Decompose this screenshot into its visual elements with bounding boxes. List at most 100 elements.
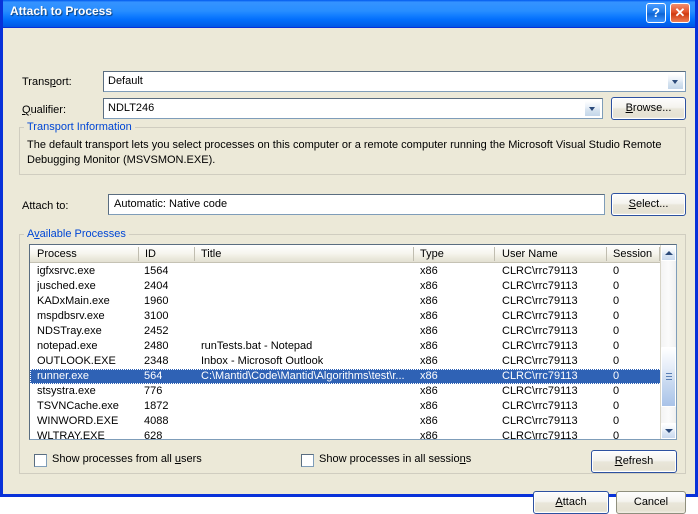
cell-id: 2480 <box>144 340 169 352</box>
attach-to-process-dialog: Attach to Process ? ✕ Transport: Default… <box>0 0 698 514</box>
cell-session: 0 <box>613 430 620 440</box>
table-row[interactable]: notepad.exe 2480 runTests.bat - Notepad x86… <box>30 339 676 354</box>
cell-user: CLRC\rrc79113 <box>502 295 578 307</box>
qualifier-combobox[interactable]: NDLT246 <box>103 98 603 119</box>
cell-process: WLTRAY.EXE <box>37 430 105 440</box>
attach-to-value: Automatic: Native code <box>114 198 228 210</box>
cell-session: 0 <box>613 385 620 397</box>
cell-type: x86 <box>420 340 438 352</box>
column-divider[interactable] <box>413 247 414 261</box>
transport-combobox[interactable]: Default <box>103 71 686 92</box>
table-row[interactable]: stsystra.exe 776 x86 CLRC\rrc79113 0 <box>30 384 676 399</box>
cell-user: CLRC\rrc79113 <box>502 430 578 440</box>
cell-id: 628 <box>144 430 163 440</box>
cell-user: CLRC\rrc79113 <box>502 265 578 277</box>
cell-user: CLRC\rrc79113 <box>502 340 578 352</box>
cell-process: notepad.exe <box>37 340 98 352</box>
available-processes-legend: Available Processes <box>24 228 129 240</box>
cell-id: 3100 <box>144 310 169 322</box>
table-row[interactable]: mspdbsrv.exe 3100 x86 CLRC\rrc79113 0 <box>30 309 676 324</box>
cell-id: 2348 <box>144 355 169 367</box>
scroll-up-icon[interactable] <box>661 245 676 261</box>
table-row[interactable]: WLTRAY.EXE 628 x86 CLRC\rrc79113 0 <box>30 429 676 440</box>
table-row[interactable]: igfxsrvc.exe 1564 x86 CLRC\rrc79113 0 <box>30 264 676 279</box>
chevron-down-icon[interactable] <box>667 73 684 90</box>
cell-session: 0 <box>613 325 620 337</box>
cell-process: KADxMain.exe <box>37 295 110 307</box>
browse-button[interactable]: Browse... <box>611 97 686 120</box>
chevron-down-icon[interactable] <box>584 100 601 117</box>
process-list-scrollbar[interactable] <box>660 245 676 439</box>
cell-user: CLRC\rrc79113 <box>502 385 578 397</box>
process-list[interactable]: Process ID Title Type User Name Session … <box>29 244 677 440</box>
scrollbar-thumb[interactable] <box>661 347 676 407</box>
column-divider[interactable] <box>606 247 607 261</box>
table-row[interactable]: TSVNCache.exe 1872 x86 CLRC\rrc79113 0 <box>30 399 676 414</box>
title-bar[interactable]: Attach to Process ? ✕ <box>3 0 695 28</box>
table-row[interactable]: WINWORD.EXE 4088 x86 CLRC\rrc79113 0 <box>30 414 676 429</box>
cell-type: x86 <box>420 295 438 307</box>
help-icon[interactable]: ? <box>646 3 666 23</box>
scrollbar-track[interactable] <box>661 261 676 423</box>
cell-id: 564 <box>144 370 163 382</box>
column-divider[interactable] <box>194 247 195 261</box>
qualifier-value: NDLT246 <box>108 102 155 114</box>
transport-value: Default <box>108 75 143 87</box>
table-row[interactable]: KADxMain.exe 1960 x86 CLRC\rrc79113 0 <box>30 294 676 309</box>
cell-session: 0 <box>613 295 620 307</box>
table-row[interactable]: OUTLOOK.EXE 2348 Inbox - Microsoft Outlook… <box>30 354 676 369</box>
select-button[interactable]: Select... <box>611 193 686 216</box>
cell-user: CLRC\rrc79113 <box>502 400 578 412</box>
column-header-session[interactable]: Session <box>613 248 652 260</box>
grip-icon <box>666 373 672 381</box>
column-divider[interactable] <box>138 247 139 261</box>
column-header-type[interactable]: Type <box>420 248 444 260</box>
cell-user: CLRC\rrc79113 <box>502 370 578 382</box>
column-header-title[interactable]: Title <box>201 248 221 260</box>
column-header-id[interactable]: ID <box>145 248 156 260</box>
cell-session: 0 <box>613 310 620 322</box>
refresh-button[interactable]: Refresh <box>591 450 677 473</box>
cell-title: Inbox - Microsoft Outlook <box>201 355 324 367</box>
scroll-down-icon[interactable] <box>661 423 676 439</box>
cell-type: x86 <box>420 385 438 397</box>
column-header-process[interactable]: Process <box>37 248 77 260</box>
column-divider[interactable] <box>494 247 495 261</box>
process-list-header[interactable]: Process ID Title Type User Name Session <box>30 245 676 263</box>
close-icon[interactable]: ✕ <box>670 3 690 23</box>
attach-button[interactable]: Attach <box>533 491 609 514</box>
cell-process: NDSTray.exe <box>37 325 102 337</box>
cell-session: 0 <box>613 265 620 277</box>
cancel-button[interactable]: Cancel <box>616 491 686 514</box>
table-row[interactable]: jusched.exe 2404 x86 CLRC\rrc79113 0 <box>30 279 676 294</box>
transport-label: Transport: <box>22 76 72 88</box>
cell-session: 0 <box>613 370 620 382</box>
cell-process: TSVNCache.exe <box>37 400 119 412</box>
dialog-content: Transport: Default Qualifier: NDLT246 Br… <box>3 28 695 514</box>
cell-process: OUTLOOK.EXE <box>37 355 116 367</box>
checkbox-box[interactable] <box>34 454 47 467</box>
cell-session: 0 <box>613 280 620 292</box>
cell-type: x86 <box>420 415 438 427</box>
show-all-users-label: Show processes from all users <box>52 453 202 465</box>
table-row[interactable]: runner.exe 564 C:\Mantid\Code\Mantid\Algor… <box>30 369 676 384</box>
cell-user: CLRC\rrc79113 <box>502 310 578 322</box>
cell-id: 1872 <box>144 400 169 412</box>
cell-user: CLRC\rrc79113 <box>502 355 578 367</box>
cell-session: 0 <box>613 355 620 367</box>
cell-process: jusched.exe <box>37 280 96 292</box>
cell-title: C:\Mantid\Code\Mantid\Algorithms\test\r.… <box>201 370 405 382</box>
cell-type: x86 <box>420 265 438 277</box>
cell-user: CLRC\rrc79113 <box>502 280 578 292</box>
cell-type: x86 <box>420 280 438 292</box>
cell-type: x86 <box>420 400 438 412</box>
cell-type: x86 <box>420 310 438 322</box>
table-row[interactable]: NDSTray.exe 2452 x86 CLRC\rrc79113 0 <box>30 324 676 339</box>
checkbox-box[interactable] <box>301 454 314 467</box>
cell-user: CLRC\rrc79113 <box>502 415 578 427</box>
cell-id: 2452 <box>144 325 169 337</box>
show-all-sessions-label: Show processes in all sessions <box>319 453 472 465</box>
column-header-user[interactable]: User Name <box>502 248 558 260</box>
cell-process: WINWORD.EXE <box>37 415 119 427</box>
process-list-rows: igfxsrvc.exe 1564 x86 CLRC\rrc79113 0 jusched… <box>30 264 676 440</box>
